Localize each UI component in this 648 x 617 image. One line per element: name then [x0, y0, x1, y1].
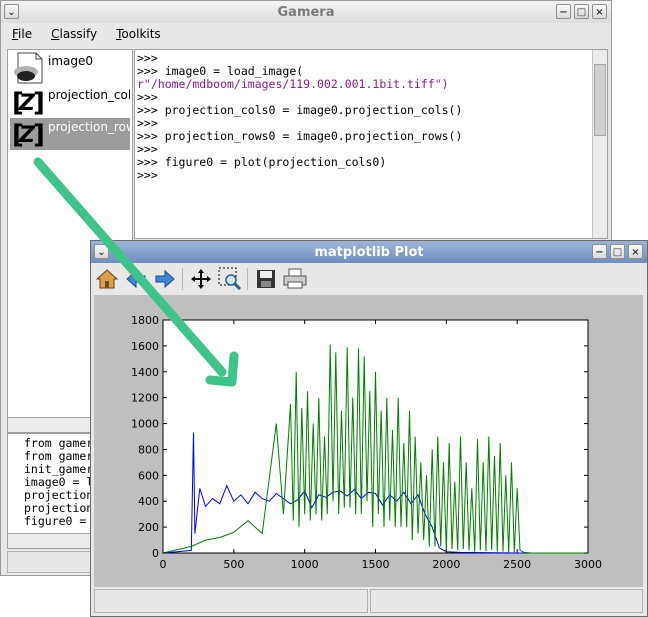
y-tick-label: 200 [138, 521, 159, 534]
plot-statusbar-right [370, 589, 643, 613]
y-tick-label: 1400 [131, 366, 159, 379]
console-line: >>> projection_cols0 = image0.projection… [137, 103, 463, 117]
history-line: image0 = lo [24, 475, 101, 489]
svg-text:]: ] [33, 88, 44, 116]
console-line: >>> [137, 168, 158, 182]
plot-canvas[interactable]: 0 500 1000 1500 2000 2500 3000 0 200 400 600 800 100… [94, 295, 643, 587]
y-tick-label: 1000 [131, 418, 159, 431]
save-icon[interactable] [253, 266, 279, 292]
object-label: projection_cols0 [48, 88, 130, 102]
plot-titlebar[interactable]: matplotlib Plot ⌄ − □ × [91, 241, 647, 263]
window-menu-button[interactable]: ⌄ [94, 244, 109, 259]
plot-statusbar-left [94, 589, 368, 613]
minimize-button[interactable]: − [592, 244, 607, 259]
y-tick-label: 1800 [131, 314, 159, 327]
forward-icon[interactable] [152, 266, 178, 292]
history-line: projection_ [24, 488, 101, 502]
y-tick-label: 0 [152, 547, 159, 560]
plot-area [162, 319, 589, 554]
y-tick-label: 800 [138, 443, 159, 456]
pan-icon[interactable] [188, 266, 214, 292]
object-label: image0 [48, 54, 94, 68]
matplotlib-window: matplotlib Plot ⌄ − □ × 0 500 1000 1500 … [90, 240, 648, 617]
menu-classify[interactable]: Classify [51, 27, 97, 41]
vector-icon: [ Z ] [10, 118, 45, 151]
object-label: projection_rows0 [48, 120, 130, 134]
gamera-title: Gamera [277, 4, 335, 20]
history-line: figure0 = p [24, 514, 101, 528]
x-tick-label: 1000 [291, 558, 319, 571]
menu-file[interactable]: File [12, 27, 32, 41]
history-line: from gamera [24, 449, 101, 463]
menubar: File Classify Toolkits [1, 23, 611, 45]
python-console[interactable]: >>> >>> image0 = load_image( r"/home/mdb… [134, 49, 608, 239]
console-line: >>> projection_rows0 = image0.projection… [137, 129, 463, 143]
image-icon [10, 52, 44, 87]
console-vscrollbar[interactable] [592, 50, 607, 238]
home-icon[interactable] [94, 266, 120, 292]
y-tick-label: 400 [138, 495, 159, 508]
plot-window-title: matplotlib Plot [314, 244, 424, 260]
back-icon[interactable] [123, 266, 149, 292]
zoom-icon[interactable] [217, 266, 243, 292]
vector-icon: [ Z ] [10, 86, 45, 119]
object-item-image0[interactable]: image0 [10, 52, 130, 84]
menu-toolkits[interactable]: Toolkits [116, 27, 161, 41]
svg-text:]: ] [33, 120, 44, 148]
y-tick-label: 600 [138, 469, 159, 482]
plot-toolbar [91, 264, 647, 294]
object-item-projection-cols[interactable]: [ Z ] projection_cols0 [10, 86, 130, 118]
x-tick-label: 3000 [574, 558, 602, 571]
window-menu-button[interactable]: ⌄ [4, 4, 19, 19]
minimize-button[interactable]: − [556, 4, 571, 19]
x-tick-label: 500 [223, 558, 244, 571]
console-line: r"/home/mdboom/images/119.002.001.1bit.t… [137, 77, 449, 91]
console-line: >>> [137, 116, 158, 130]
maximize-button[interactable]: □ [610, 244, 625, 259]
close-button[interactable]: × [592, 4, 607, 19]
line-chart: 0 500 1000 1500 2000 2500 3000 0 200 400 600 800 100… [131, 314, 602, 571]
maximize-button[interactable]: □ [574, 4, 589, 19]
x-tick-label: 2500 [503, 558, 531, 571]
y-tick-label: 1600 [131, 340, 159, 353]
y-tick-label: 1200 [131, 392, 159, 405]
history-line: from gamera [24, 436, 101, 450]
object-item-projection-rows[interactable]: [ Z ] projection_rows0 [10, 118, 130, 150]
toolbar-separator [182, 268, 183, 290]
x-tick-label: 2000 [432, 558, 460, 571]
history-line: init_gamera [24, 462, 101, 476]
print-icon[interactable] [282, 266, 308, 292]
x-tick-label: 1500 [362, 558, 390, 571]
scroll-thumb[interactable] [594, 64, 606, 136]
gamera-titlebar[interactable]: Gamera ⌄ − □ × [1, 1, 611, 23]
x-tick-label: 0 [160, 558, 167, 571]
console-line: >>> [137, 90, 158, 104]
console-line: >>> [137, 51, 158, 65]
close-button[interactable]: × [628, 244, 643, 259]
toolbar-separator [247, 268, 248, 290]
console-line: >>> image0 = load_image( [137, 64, 304, 78]
console-line: >>> figure0 = plot(projection_cols0) [137, 155, 387, 169]
history-line: projection_ [24, 501, 101, 515]
console-line: >>> [137, 142, 158, 156]
